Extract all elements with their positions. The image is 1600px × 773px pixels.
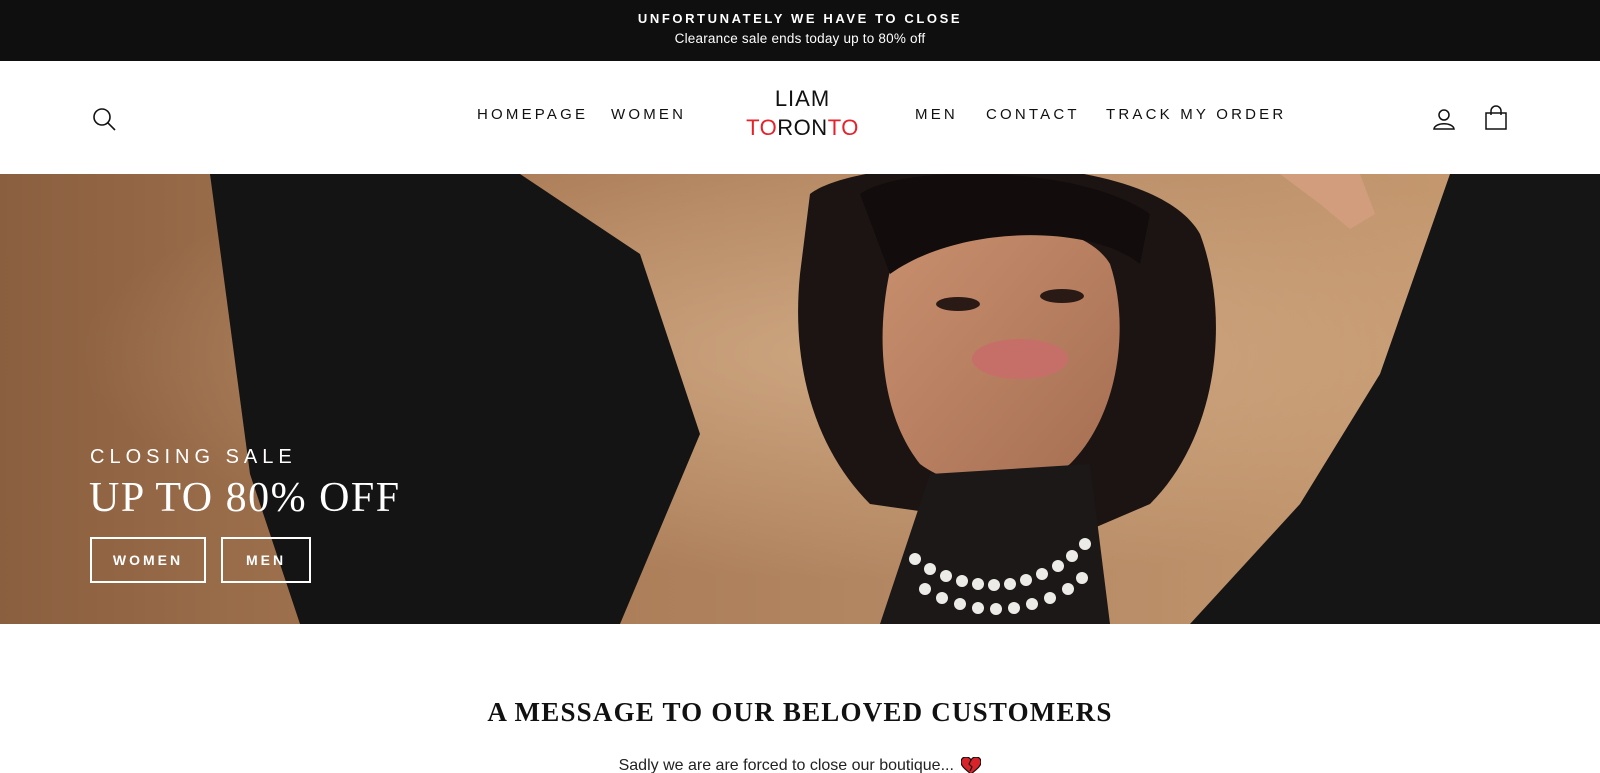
logo-bottom: TORONTO — [746, 115, 859, 140]
hero-banner: CLOSING SALE UP TO 80% OFF WOMEN MEN — [0, 174, 1600, 624]
account-button[interactable] — [1428, 103, 1460, 135]
account-icon — [1433, 109, 1455, 130]
cart-icon — [1485, 105, 1507, 130]
nav-men[interactable]: MEN — [915, 106, 958, 123]
hero-eyebrow: CLOSING SALE — [90, 446, 297, 468]
announcement-bar: UNFORTUNATELY WE HAVE TO CLOSE Clearance… — [0, 0, 1600, 61]
logo-top: LIAM — [774, 86, 831, 111]
hero-men-button[interactable]: MEN — [221, 537, 311, 583]
hero-title: UP TO 80% OFF — [89, 475, 401, 521]
hero-women-button[interactable]: WOMEN — [90, 537, 206, 583]
message-title: A MESSAGE TO OUR BELOVED CUSTOMERS — [487, 697, 1113, 727]
broken-heart-icon — [961, 757, 982, 773]
nav-track-order[interactable]: TRACK MY ORDER — [1106, 106, 1286, 123]
announcement-subline: Clearance sale ends today up to 80% off — [674, 31, 926, 46]
nav-homepage[interactable]: HOMEPAGE — [477, 106, 588, 123]
nav-women[interactable]: WOMEN — [611, 106, 686, 123]
search-button[interactable] — [88, 103, 120, 135]
site-header: HOMEPAGE WOMEN LIAM TORONTO MEN CONTACT … — [0, 61, 1600, 174]
site-logo[interactable]: LIAM TORONTO — [740, 85, 865, 145]
announcement-headline: UNFORTUNATELY WE HAVE TO CLOSE — [637, 11, 963, 26]
nav-contact[interactable]: CONTACT — [986, 106, 1080, 123]
message-text: Sadly we are are forced to close our bou… — [618, 757, 954, 773]
cart-button[interactable] — [1480, 102, 1512, 134]
search-icon — [93, 108, 116, 131]
message-body: Sadly we are are forced to close our bou… — [0, 757, 1600, 773]
